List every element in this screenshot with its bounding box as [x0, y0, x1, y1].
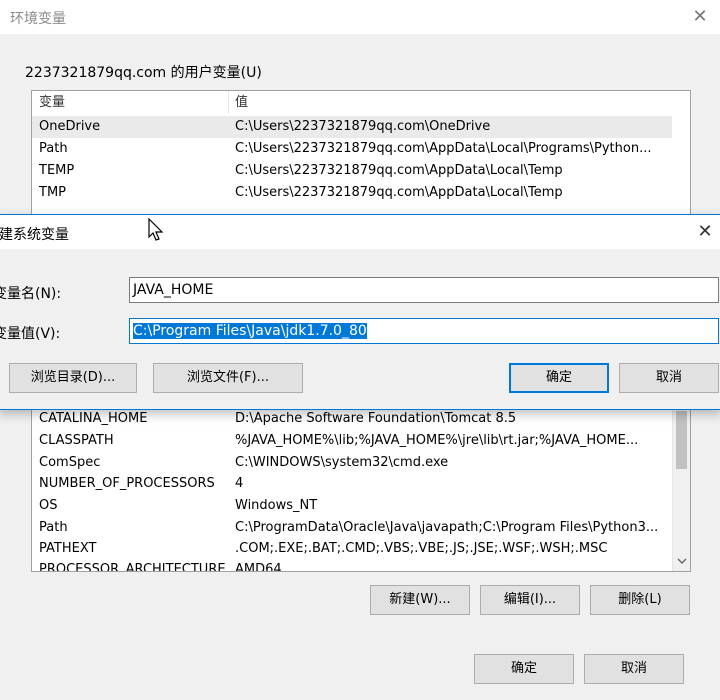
env-close-icon[interactable]: ✕ [686, 4, 714, 30]
mouse-pointer-icon [148, 217, 164, 246]
var-value: C:\Users\2237321879qq.com\AppData\Local\… [235, 163, 563, 178]
var-value: C:\Users\2237321879qq.com\OneDrive [235, 119, 491, 134]
system-variables-list[interactable]: CATALINA_HOME D:\Apache Software Foundat… [31, 404, 691, 572]
var-name: OS [39, 498, 58, 513]
system-var-row[interactable]: NUMBER_OF_PROCESSORS 4 [32, 473, 672, 495]
scrollbar-thumb[interactable] [676, 411, 687, 469]
user-var-row[interactable]: OneDrive C:\Users\2237321879qq.com\OneDr… [32, 116, 672, 138]
var-name: PROCESSOR_ARCHITECTURE [39, 562, 226, 572]
var-value: D:\Apache Software Foundation\Tomcat 8.5 [235, 411, 517, 426]
env-cancel-button[interactable]: 取消 [584, 654, 684, 684]
env-ok-button[interactable]: 确定 [474, 654, 574, 684]
var-value: C:\Users\2237321879qq.com\AppData\Local\… [235, 185, 563, 200]
user-var-row[interactable]: Path C:\Users\2237321879qq.com\AppData\L… [32, 138, 672, 160]
variable-name-label: 变量名(N): [0, 286, 62, 302]
variable-value-label: 变量值(V): [0, 326, 61, 342]
user-variables-group-label: 2237321879qq.com 的用户变量(U) [25, 65, 262, 81]
var-value: C:\WINDOWS\system32\cmd.exe [235, 455, 449, 470]
var-name: Path [39, 520, 68, 535]
browse-file-button[interactable]: 浏览文件(F)... [153, 363, 303, 393]
var-value: C:\ProgramData\Oracle\Java\javapath;C:\P… [235, 520, 659, 535]
var-value: .COM;.EXE;.BAT;.CMD;.VBS;.VBE;.JS;.JSE;.… [235, 541, 608, 556]
dialog-cancel-button[interactable]: 取消 [619, 363, 719, 393]
system-var-row[interactable]: PROCESSOR_ARCHITECTURE AMD64 [32, 559, 672, 572]
variable-name-input[interactable]: JAVA_HOME [129, 277, 719, 303]
variable-value-input[interactable]: C:\Program Files\Java\jdk1.7.0_80 [129, 318, 719, 344]
var-value: Windows_NT [235, 498, 318, 513]
dialog-title: 建系统变量 [0, 227, 69, 243]
var-value: AMD64 [235, 562, 282, 572]
var-name: TMP [39, 185, 66, 200]
var-value: %JAVA_HOME%\lib;%JAVA_HOME%\jre\lib\rt.j… [235, 433, 639, 448]
system-list-scrollbar[interactable] [672, 405, 690, 571]
browse-directory-button[interactable]: 浏览目录(D)... [9, 363, 137, 393]
system-var-row[interactable]: Path C:\ProgramData\Oracle\Java\javapath… [32, 517, 672, 539]
system-var-row[interactable]: PATHEXT .COM;.EXE;.BAT;.CMD;.VBS;.VBE;.J… [32, 538, 672, 560]
selected-value-text: C:\Program Files\Java\jdk1.7.0_80 [133, 323, 367, 339]
dialog-ok-button[interactable]: 确定 [509, 363, 609, 393]
new-variable-button[interactable]: 新建(W)... [370, 585, 470, 615]
new-system-variable-dialog: 建系统变量 ✕ 变量名(N): JAVA_HOME 变量值(V): C:\Pro… [0, 214, 720, 410]
system-var-row[interactable]: OS Windows_NT [32, 495, 672, 517]
column-header-variable[interactable]: 变量 [32, 91, 228, 114]
user-variables-list[interactable]: 变量 值 OneDrive C:\Users\2237321879qq.com\… [31, 90, 691, 216]
system-var-row[interactable]: CATALINA_HOME D:\Apache Software Foundat… [32, 408, 672, 430]
edit-variable-button[interactable]: 编辑(I)... [480, 585, 580, 615]
var-name: TEMP [39, 163, 75, 178]
delete-variable-button[interactable]: 删除(L) [590, 585, 690, 615]
env-window-title: 环境变量 [10, 11, 66, 27]
column-header-value[interactable]: 值 [228, 91, 668, 114]
user-var-row[interactable]: TEMP C:\Users\2237321879qq.com\AppData\L… [32, 160, 672, 182]
var-value: C:\Users\2237321879qq.com\AppData\Local\… [235, 141, 652, 156]
var-value: 4 [235, 476, 244, 491]
var-name: PATHEXT [39, 541, 97, 556]
system-var-row[interactable]: ComSpec C:\WINDOWS\system32\cmd.exe [32, 452, 672, 474]
env-titlebar: 环境变量 ✕ [0, 0, 720, 34]
var-name: Path [39, 141, 68, 156]
var-name: ComSpec [39, 455, 101, 470]
var-name: NUMBER_OF_PROCESSORS [39, 476, 215, 491]
user-var-row[interactable]: TMP C:\Users\2237321879qq.com\AppData\Lo… [32, 182, 672, 204]
var-name: OneDrive [39, 119, 101, 134]
var-name: CATALINA_HOME [39, 411, 148, 426]
dialog-titlebar: 建系统变量 ✕ [0, 215, 720, 249]
var-name: CLASSPATH [39, 433, 114, 448]
dialog-close-icon[interactable]: ✕ [693, 219, 717, 245]
system-var-row[interactable]: CLASSPATH %JAVA_HOME%\lib;%JAVA_HOME%\jr… [32, 430, 672, 452]
chevron-down-icon[interactable] [673, 553, 690, 569]
